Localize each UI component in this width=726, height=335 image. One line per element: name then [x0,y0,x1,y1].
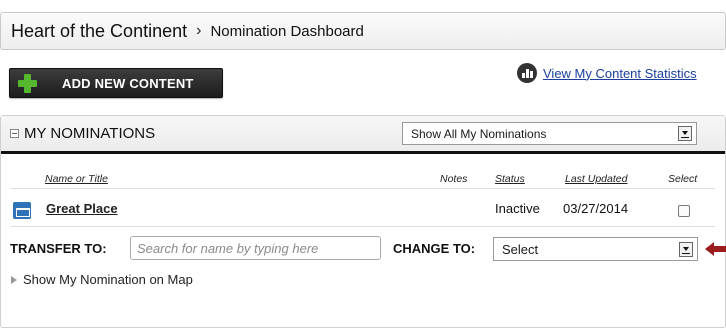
arrow-left-icon [705,242,726,256]
my-nominations-panel: MY NOMINATIONS Show All My Nominations N… [0,115,726,328]
breadcrumb-current: Nomination Dashboard [210,22,364,40]
column-header-notes: Notes [440,173,468,185]
row-status: Inactive [495,201,540,216]
transfer-search-input[interactable] [130,236,381,260]
change-selected-value: Select [502,241,539,257]
row-divider [11,226,715,227]
chevron-down-icon[interactable] [679,241,693,257]
transfer-to-label: TRANSFER TO: [10,241,107,256]
show-map-label: Show My Nomination on Map [23,272,193,287]
breadcrumb-root[interactable]: Heart of the Continent [11,21,187,42]
view-content-statistics-link[interactable]: View My Content Statistics [543,66,697,81]
row-select-checkbox[interactable] [678,205,690,217]
header-divider [11,188,715,189]
column-header-select: Select [668,173,698,185]
nominations-filter-select[interactable]: Show All My Nominations [402,122,697,145]
bed-icon [13,202,31,219]
column-header-name[interactable]: Name or Title [45,173,108,185]
change-to-label: CHANGE TO: [393,241,476,256]
expand-triangle-icon [11,275,17,284]
content-statistics: View My Content Statistics [517,63,697,83]
change-to-select[interactable]: Select [493,237,698,261]
breadcrumb: Heart of the Continent › Nomination Dash… [0,12,726,50]
breadcrumb-separator: › [196,22,202,39]
row-last-updated: 03/27/2014 [563,201,629,216]
add-new-content-button[interactable]: ADD NEW CONTENT [9,68,223,98]
collapse-icon[interactable] [10,129,19,138]
show-nomination-map-toggle[interactable]: Show My Nomination on Map [11,272,193,287]
chevron-down-icon[interactable] [678,126,692,141]
bar-chart-icon [517,63,537,83]
panel-header: MY NOMINATIONS Show All My Nominations [1,116,725,154]
plus-icon [14,70,40,96]
column-header-last-updated[interactable]: Last Updated [565,173,627,185]
row-title-link[interactable]: Great Place [46,201,118,216]
panel-title: MY NOMINATIONS [24,125,156,142]
add-new-content-label: ADD NEW CONTENT [62,75,194,91]
filter-selected-value: Show All My Nominations [411,126,547,141]
column-header-status[interactable]: Status [495,173,525,185]
